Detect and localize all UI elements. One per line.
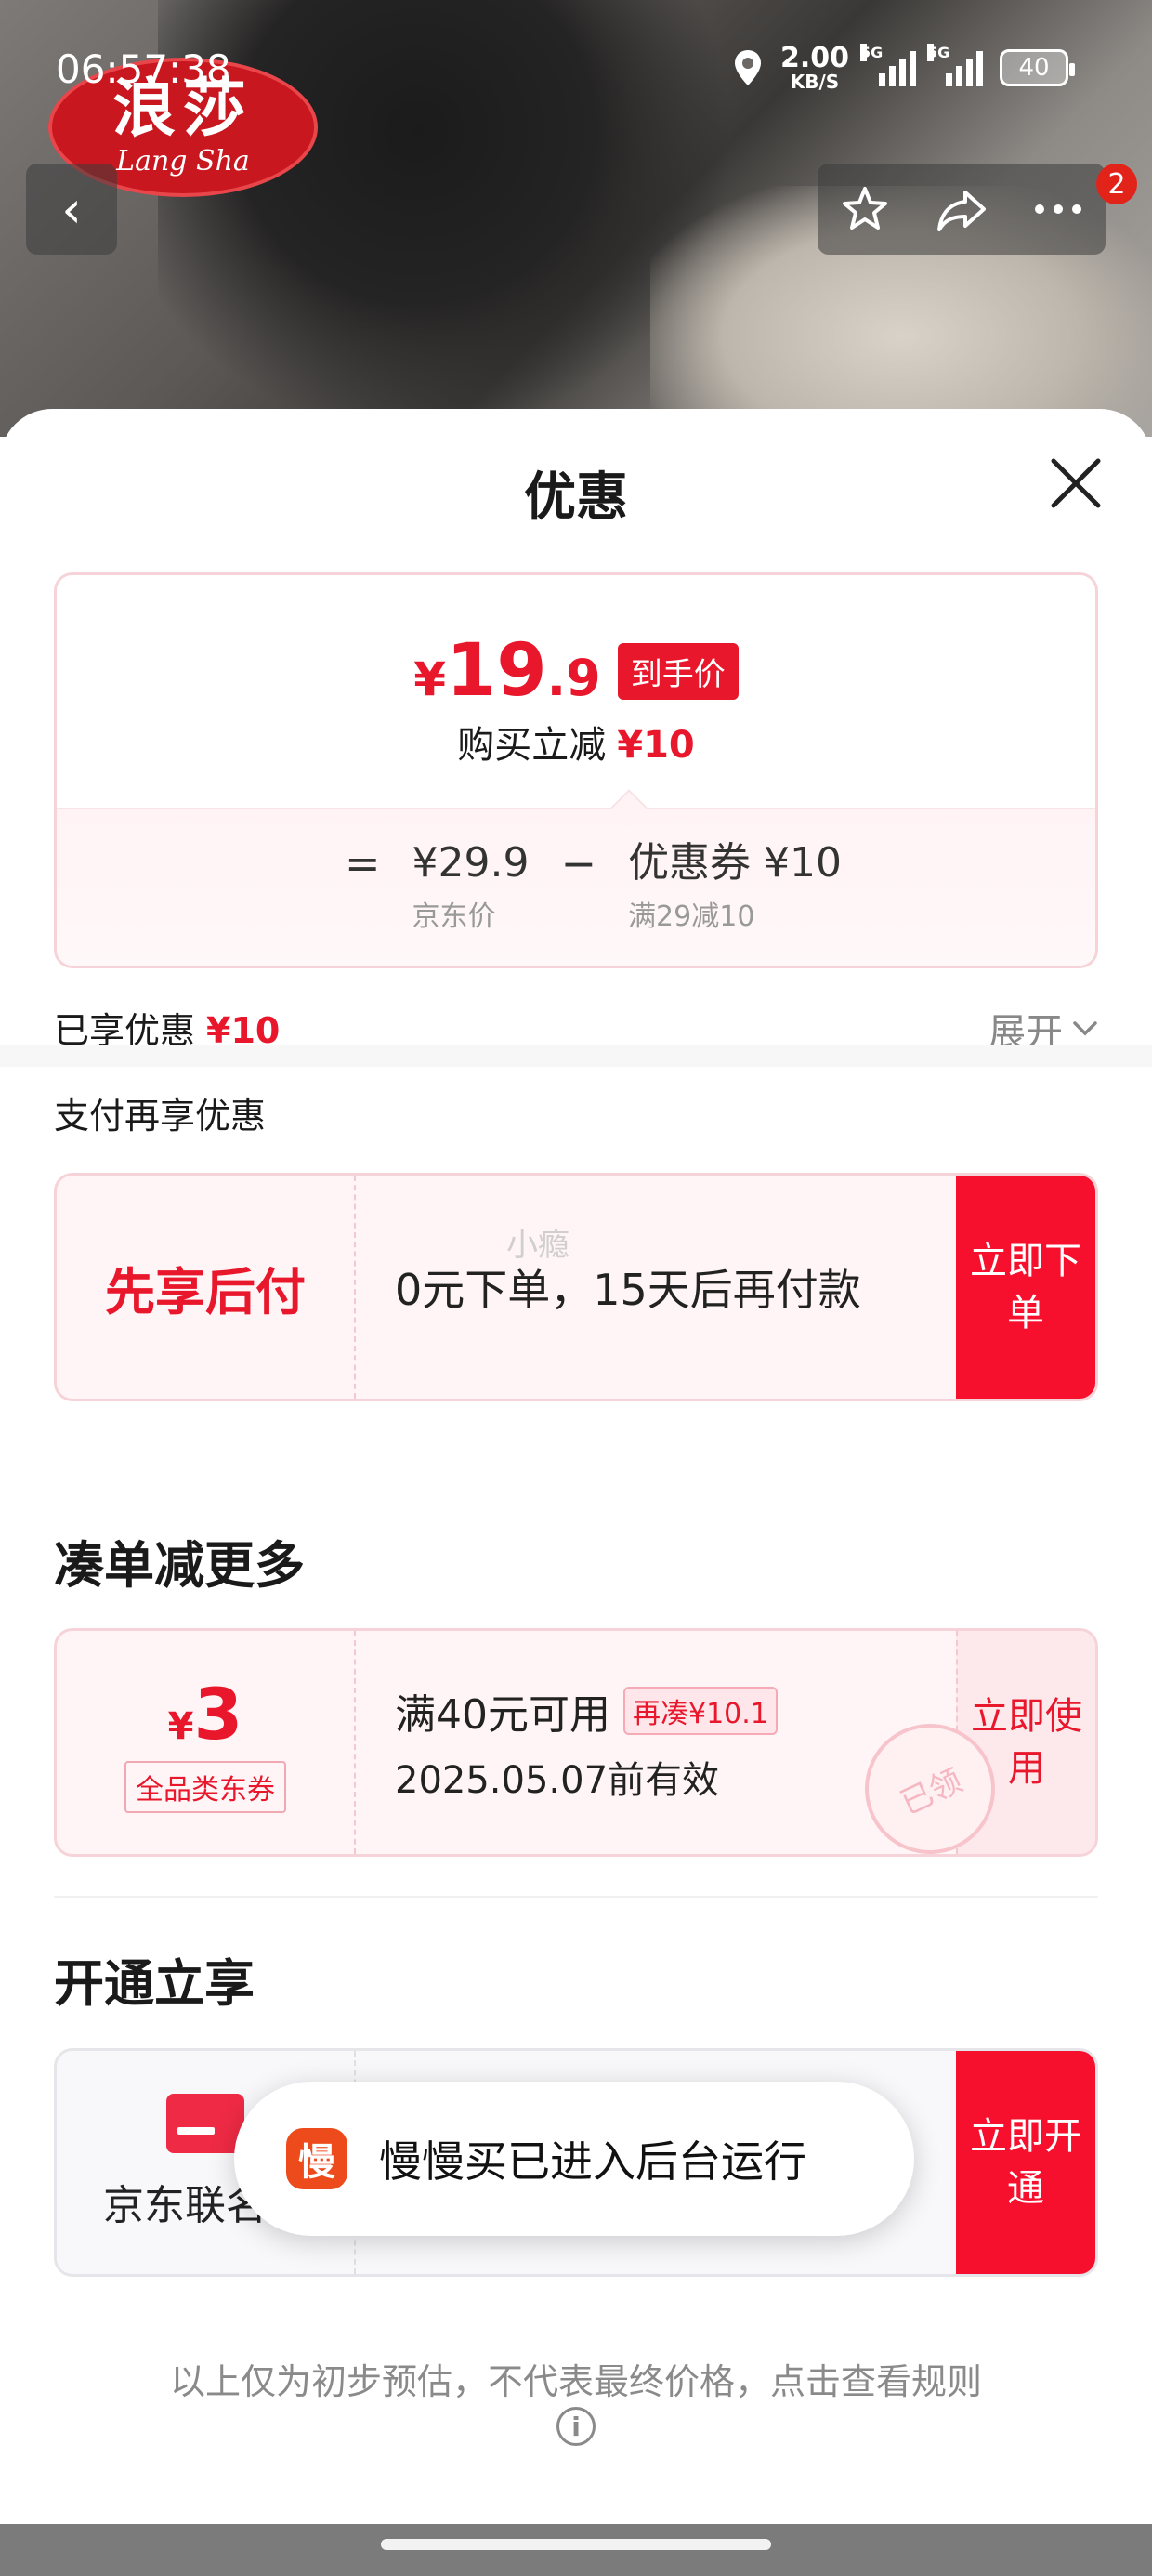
chevron-down-icon — [1073, 1021, 1097, 1036]
instant-discount-amount: ¥10 — [617, 724, 695, 767]
coupon-type-badge: 全品类东券 — [124, 1760, 286, 1813]
star-icon[interactable] — [839, 183, 891, 235]
share-icon[interactable] — [934, 183, 989, 235]
status-bar: 06:57:38 2.00 KB/S 5G 5G 40 — [0, 37, 1152, 102]
instant-discount: 购买立减 ¥10 — [57, 715, 1095, 769]
price-formula: = ¥29.9 京东价 − 优惠券 ¥10 满29减10 — [345, 837, 842, 934]
chevron-left-icon: ‹ — [61, 179, 82, 239]
app-icon: 慢 — [286, 2128, 347, 2189]
section-line — [54, 1896, 1098, 1898]
brand-logo-en: Lang Sha — [116, 144, 250, 177]
coupon-currency: ¥ — [167, 1704, 194, 1748]
battery-level: 40 — [1018, 54, 1050, 82]
final-price-decimal: .9 — [546, 649, 601, 707]
background-toast: 慢 慢慢买已进入后台运行 — [234, 2082, 914, 2236]
jd-price-value: ¥29.9 — [412, 839, 530, 887]
home-indicator[interactable] — [381, 2539, 771, 2550]
network-speed: 2.00 KB/S — [779, 42, 849, 93]
section-divider — [0, 1045, 1152, 1067]
jd-price-label: 京东价 — [412, 900, 496, 933]
coupon-rule: 满29减10 — [628, 900, 755, 933]
close-icon[interactable] — [1048, 455, 1104, 511]
top-action-group — [818, 164, 1106, 255]
toast-message: 慢慢买已进入后台运行 — [379, 2136, 806, 2187]
final-price-tag: 到手价 — [617, 642, 739, 700]
coupon-value: 优惠券 ¥10 — [628, 839, 843, 887]
jd-price-item: ¥29.9 京东价 — [412, 837, 530, 934]
coupon-condition: 满40元可用 — [395, 1691, 610, 1739]
network-speed-value: 2.00 — [779, 42, 849, 74]
navigation-bar — [0, 2524, 1152, 2576]
coupon-condition-row: 满40元可用 再凑¥10.1 — [395, 1681, 956, 1741]
bnpl-card[interactable]: 先享后付 0元下单，15天后再付款 立即下单 — [54, 1173, 1098, 1401]
watermark-text: 小瘾 — [506, 1227, 569, 1264]
bnpl-left: 先享后付 — [57, 1176, 356, 1399]
signal-icon-sim1: 5G — [860, 44, 916, 86]
coupon-extra-needed: 再凑¥10.1 — [623, 1687, 778, 1735]
final-price-integer: 19 — [446, 629, 547, 713]
minus-sign: − — [560, 838, 597, 888]
open-membership-button[interactable]: 立即开通 — [956, 2051, 1095, 2274]
price-breakdown-card: ¥19.9 到手价 购买立减 ¥10 = ¥29.9 京东价 − 优惠券 ¥10 … — [54, 572, 1098, 968]
credit-card-icon — [166, 2094, 244, 2153]
location-icon — [734, 50, 761, 85]
more-icon[interactable] — [1032, 202, 1084, 217]
coupon-item: 优惠券 ¥10 满29减10 — [628, 837, 842, 934]
final-price-line: ¥19.9 到手价 — [57, 629, 1095, 713]
final-price-currency: ¥ — [413, 652, 447, 706]
sheet-title: 优惠 — [524, 467, 628, 528]
status-time: 06:57:38 — [56, 46, 231, 92]
sim1-network-tag: 5G — [860, 44, 884, 61]
price-formula-area: = ¥29.9 京东价 − 优惠券 ¥10 满29减10 — [57, 789, 1095, 966]
instant-discount-label: 购买立减 — [457, 724, 607, 767]
final-price: ¥19.9 — [413, 629, 600, 713]
rules-note[interactable]: 以上仅为初步预估，不代表最终价格，点击查看规则 — [0, 2353, 1152, 2404]
equals-sign: = — [345, 838, 381, 888]
combine-section-title: 凑单减更多 — [54, 1536, 305, 1595]
coupon-amount-value: 3 — [193, 1672, 243, 1755]
coupon-middle: 满40元可用 再凑¥10.1 2025.05.07前有效 — [356, 1631, 956, 1854]
bnpl-order-button[interactable]: 立即下单 — [956, 1176, 1095, 1399]
status-icons: 2.00 KB/S 5G 5G 40 — [732, 42, 1075, 93]
notification-badge: 2 — [1096, 164, 1137, 204]
network-speed-unit: KB/S — [790, 71, 840, 93]
back-button[interactable]: ‹ — [26, 164, 117, 255]
signal-icon-sim2: 5G — [927, 44, 983, 86]
pay-more-title: 支付再享优惠 — [54, 1096, 267, 1137]
coupon-left: ¥3 全品类东券 — [57, 1631, 356, 1854]
final-price-area: ¥19.9 到手价 购买立减 ¥10 — [57, 575, 1095, 808]
battery-icon: 40 — [1000, 49, 1075, 86]
coupon-amount: ¥3 — [168, 1673, 243, 1755]
membership-section-title: 开通立享 — [54, 1954, 255, 2013]
bnpl-description: 0元下单，15天后再付款 — [395, 1265, 861, 1315]
sim2-network-tag: 5G — [927, 44, 950, 61]
info-icon[interactable]: i — [556, 2407, 596, 2446]
bnpl-middle: 0元下单，15天后再付款 — [356, 1176, 956, 1399]
coupon-card[interactable]: ¥3 全品类东券 满40元可用 再凑¥10.1 2025.05.07前有效 立即… — [54, 1628, 1098, 1857]
bnpl-title: 先享后付 — [105, 1262, 306, 1321]
